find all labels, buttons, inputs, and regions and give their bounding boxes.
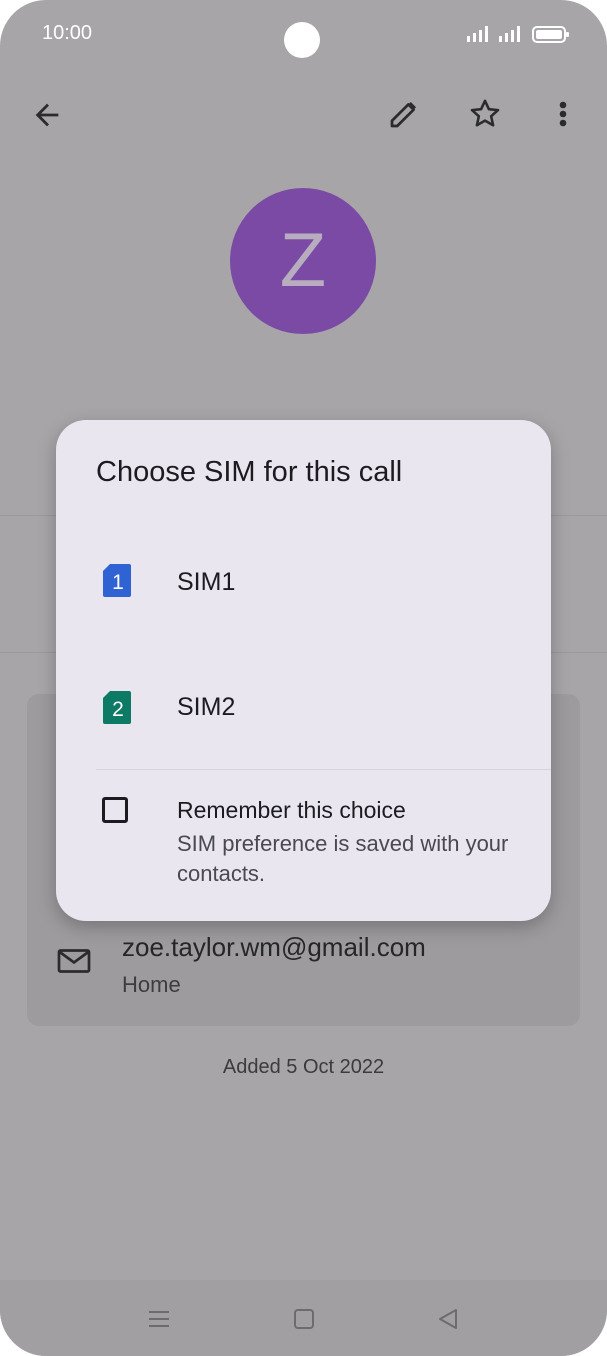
sim-number: 2 bbox=[112, 698, 124, 721]
star-icon bbox=[470, 99, 500, 127]
contact-email[interactable]: zoe.taylor.wm@gmail.com bbox=[122, 932, 426, 963]
choose-sim-dialog: Choose SIM for this call 1 SIM1 2 SIM2 R… bbox=[56, 420, 551, 921]
back-arrow-icon bbox=[35, 103, 59, 127]
more-options-button[interactable] bbox=[549, 96, 577, 137]
sim-card-icon: 2 bbox=[103, 691, 131, 724]
sim-option-2[interactable]: 2 SIM2 bbox=[56, 663, 551, 753]
sim-option-1[interactable]: 1 SIM1 bbox=[56, 538, 551, 628]
remember-choice-description: SIM preference is saved with your contac… bbox=[177, 831, 509, 886]
contact-email-type: Home bbox=[122, 972, 181, 997]
email-icon bbox=[57, 949, 91, 973]
edit-button[interactable] bbox=[386, 96, 422, 137]
phone-screen: 10:00 Z zoe.taylor.wm@gmail.com Home Add… bbox=[0, 0, 607, 1356]
back-button[interactable] bbox=[30, 98, 64, 137]
nav-back-icon[interactable] bbox=[436, 1307, 460, 1331]
contact-added-date: Added 5 Oct 2022 bbox=[222, 1056, 385, 1078]
sim-card-icon: 1 bbox=[103, 564, 131, 597]
sim-number: 1 bbox=[112, 571, 124, 594]
front-camera bbox=[284, 22, 320, 58]
status-time: 10:00 bbox=[42, 22, 93, 44]
nav-home-icon[interactable] bbox=[292, 1307, 316, 1331]
status-bar: 10:00 bbox=[0, 0, 607, 70]
navigation-bar bbox=[0, 1280, 607, 1356]
sim-option-label: SIM1 bbox=[177, 568, 236, 596]
remember-choice-checkbox[interactable] bbox=[102, 797, 128, 823]
nav-recents-icon[interactable] bbox=[147, 1308, 171, 1330]
status-icons bbox=[467, 24, 571, 49]
dialog-divider bbox=[96, 769, 551, 770]
sim-option-label: SIM2 bbox=[177, 693, 236, 721]
email-button[interactable] bbox=[56, 946, 92, 981]
favorite-button[interactable] bbox=[467, 96, 503, 137]
contact-avatar: Z bbox=[230, 188, 376, 334]
more-vert-icon bbox=[559, 101, 567, 127]
dialog-title: Choose SIM for this call bbox=[96, 456, 403, 488]
edit-pencil-icon bbox=[390, 101, 417, 128]
remember-choice-label: Remember this choice bbox=[177, 797, 406, 823]
signal-battery-icon bbox=[467, 26, 569, 43]
